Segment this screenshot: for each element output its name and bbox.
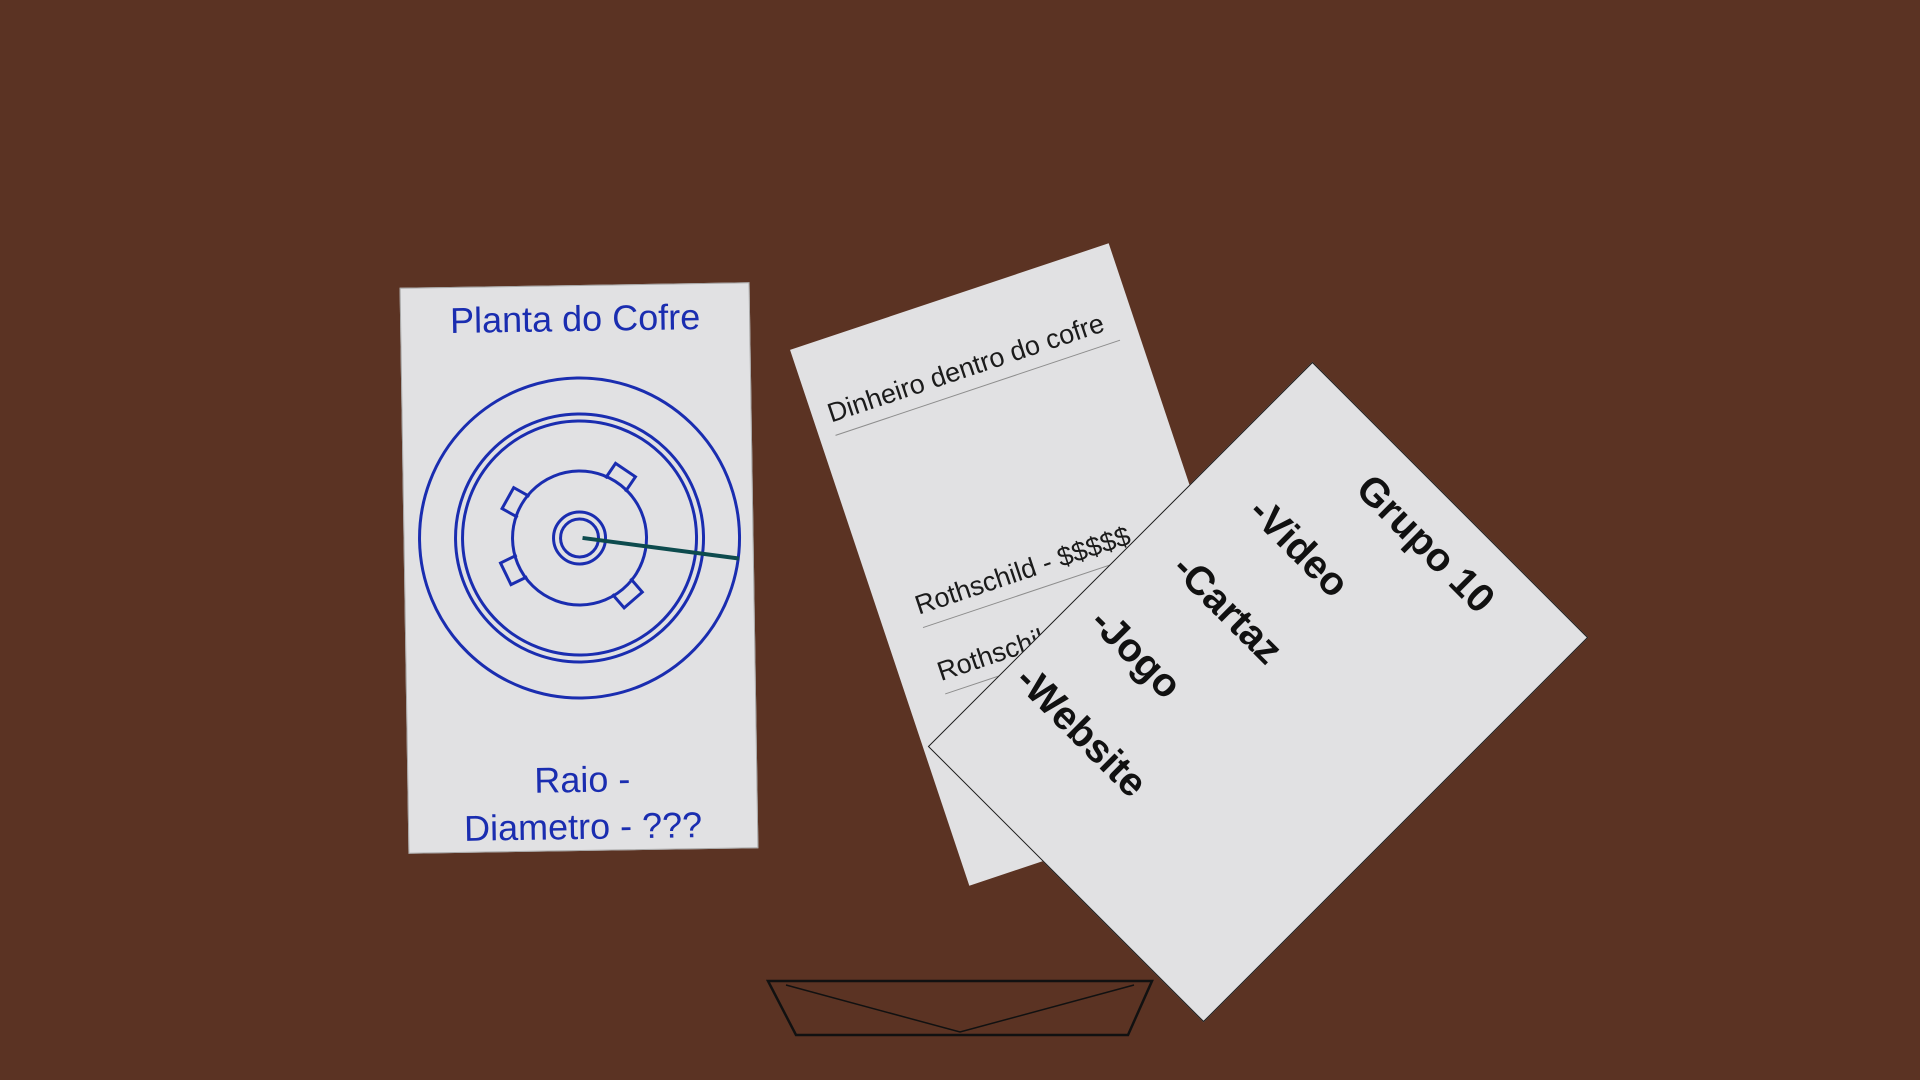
diameter-label: Diametro - ??? <box>463 804 703 849</box>
middle-ring-outer <box>454 412 706 664</box>
group-item-jogo: -Jogo <box>1081 599 1191 708</box>
group-title: Grupo 10 <box>1347 466 1504 622</box>
envelope-tray-icon[interactable] <box>766 979 1156 1039</box>
radius-label: Raio - <box>533 758 631 801</box>
dial-pointer <box>582 535 740 561</box>
money-note-title: Dinheiro dentro do cofre <box>823 304 1121 436</box>
gear-tooth <box>498 553 528 587</box>
group-item-cartaz: -Cartaz <box>1163 545 1291 673</box>
game-scene: Planta do Cofre Raio - Diametro - ??? Di… <box>0 0 1920 1080</box>
group-item-video: -Video <box>1240 489 1358 607</box>
safe-blueprint-card[interactable]: Planta do Cofre Raio - Diametro - ??? <box>399 282 759 854</box>
outer-ring <box>418 376 742 700</box>
gear-tooth <box>500 485 531 519</box>
middle-ring-inner <box>461 419 699 657</box>
tray-flap <box>785 984 1135 1033</box>
tray-outline <box>766 979 1154 1037</box>
